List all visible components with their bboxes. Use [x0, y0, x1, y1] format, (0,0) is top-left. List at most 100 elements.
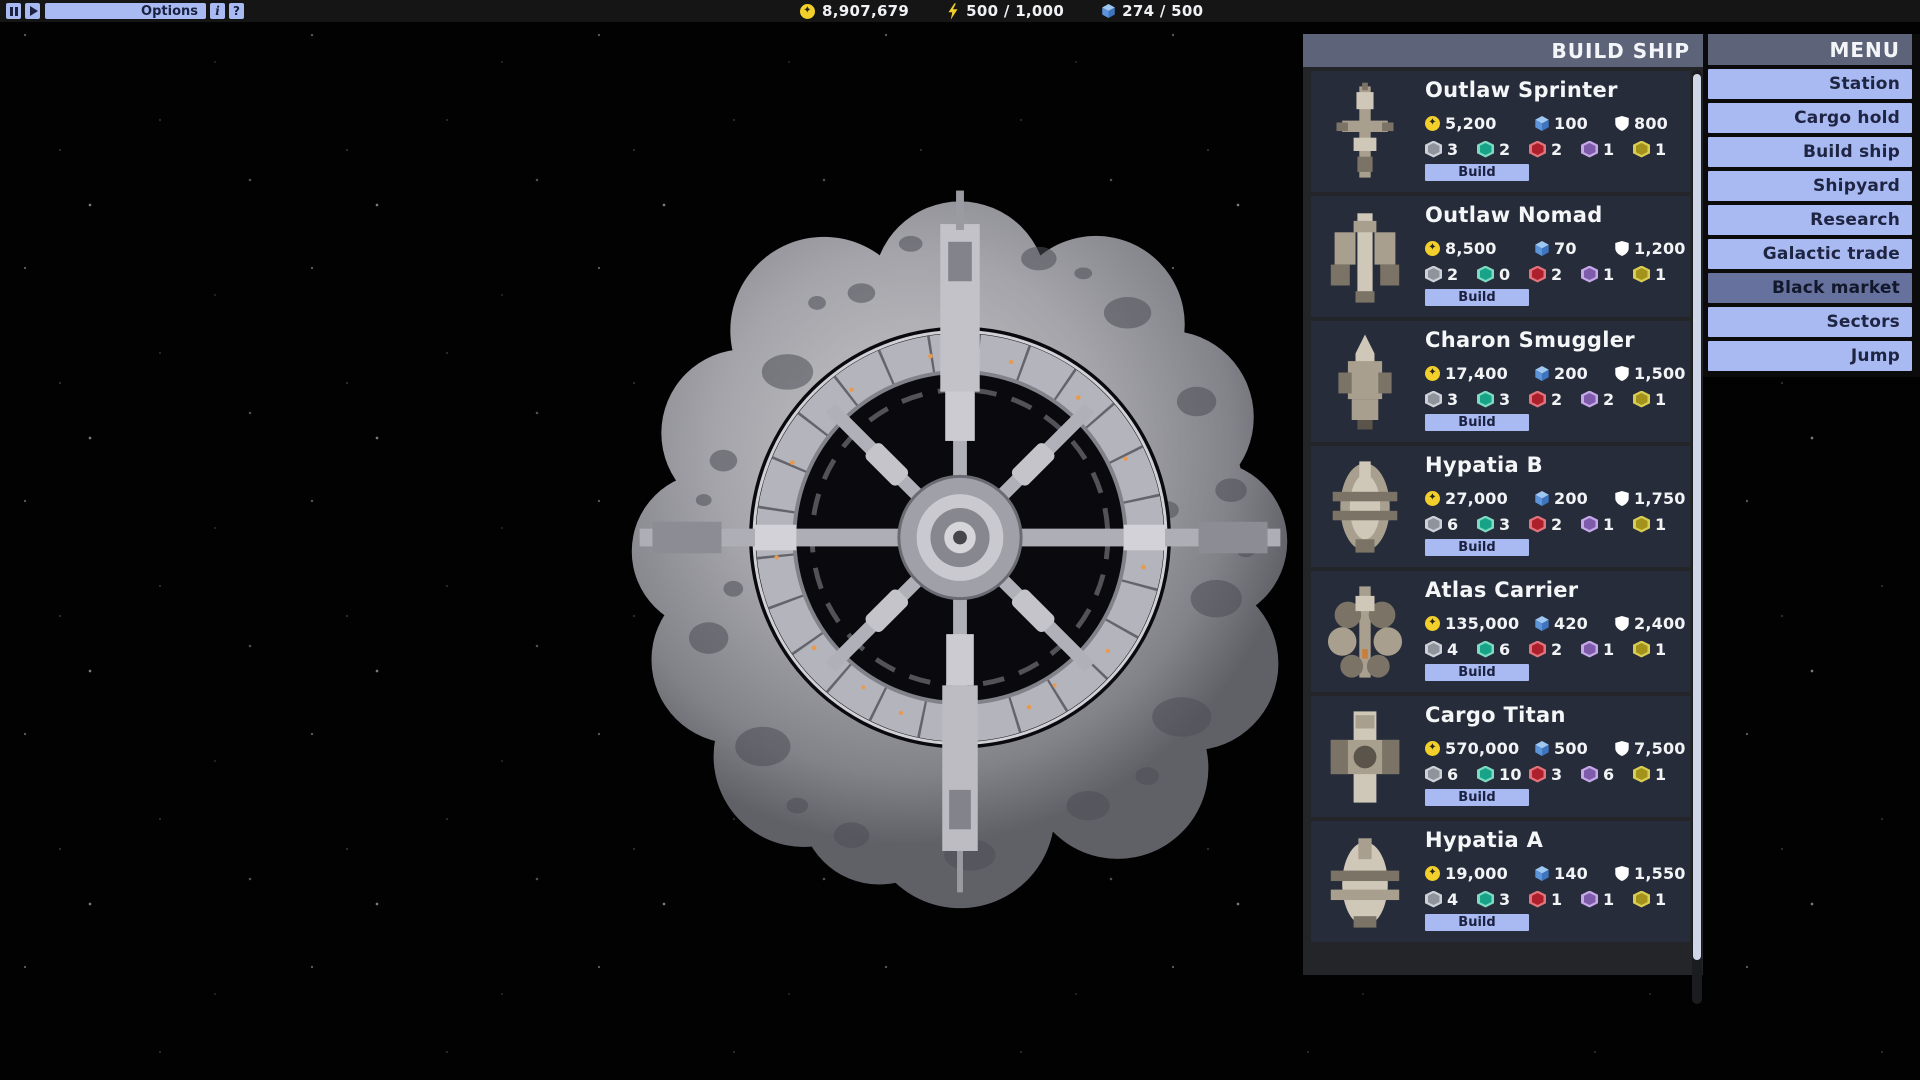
yellow-resource-cost: 1 [1655, 265, 1666, 284]
scrollbar-track[interactable] [1692, 70, 1702, 1004]
hex-teal-icon [1477, 641, 1494, 658]
shield-icon [1615, 866, 1629, 881]
build-button[interactable]: Build [1425, 289, 1529, 306]
build-button[interactable]: Build [1425, 539, 1529, 556]
hex-purple-icon [1581, 891, 1598, 908]
gray-resource-cost: 6 [1447, 765, 1458, 784]
menu-item-sectors[interactable]: Sectors [1708, 307, 1912, 337]
purple-resource-cost: 1 [1603, 640, 1614, 659]
credits-value: 8,907,679 [822, 2, 909, 20]
shield-value: 1,500 [1634, 364, 1686, 383]
hex-teal-icon [1477, 141, 1494, 158]
coin-icon: ✦ [1425, 241, 1440, 256]
cargo-capacity: 200 [1554, 364, 1588, 383]
hex-teal-icon [1477, 266, 1494, 283]
shield-value: 7,500 [1634, 739, 1686, 758]
coin-icon: ✦ [1425, 866, 1440, 881]
hex-teal-icon [1477, 391, 1494, 408]
teal-resource-cost: 6 [1499, 640, 1510, 659]
menu-title: MENU [1708, 34, 1912, 65]
hex-gray-icon [1425, 391, 1442, 408]
pause-button[interactable] [6, 3, 21, 19]
menu-item-black-market[interactable]: Black market [1708, 273, 1912, 303]
teal-resource-cost: 3 [1499, 390, 1510, 409]
hex-yellow-icon [1633, 391, 1650, 408]
menu-item-jump[interactable]: Jump [1708, 341, 1912, 371]
station-hub [899, 476, 1021, 598]
yellow-resource-cost: 1 [1655, 140, 1666, 159]
red-resource-cost: 1 [1551, 890, 1562, 909]
ship-name: Hypatia A [1425, 828, 1543, 852]
menu-item-shipyard[interactable]: Shipyard [1708, 171, 1912, 201]
coin-icon: ✦ [1425, 491, 1440, 506]
gray-resource-cost: 4 [1447, 640, 1458, 659]
hex-yellow-icon [1633, 516, 1650, 533]
red-resource-cost: 3 [1551, 765, 1562, 784]
menu-item-build-ship[interactable]: Build ship [1708, 137, 1912, 167]
gray-resource-cost: 4 [1447, 890, 1458, 909]
menu-item-galactic-trade[interactable]: Galactic trade [1708, 239, 1912, 269]
play-icon [30, 6, 38, 16]
hex-gray-icon [1425, 141, 1442, 158]
shield-value: 2,400 [1634, 614, 1686, 633]
ship-image [1315, 452, 1415, 561]
coin-icon: ✦ [1425, 616, 1440, 631]
credits-cost: 19,000 [1445, 864, 1508, 883]
credits-cost: 135,000 [1445, 614, 1519, 633]
credits-cost: 570,000 [1445, 739, 1519, 758]
cargo-icon [1535, 241, 1549, 256]
yellow-resource-cost: 1 [1655, 890, 1666, 909]
help-button[interactable]: ? [229, 3, 244, 19]
purple-resource-cost: 6 [1603, 765, 1614, 784]
hex-purple-icon [1581, 141, 1598, 158]
build-button[interactable]: Build [1425, 914, 1529, 931]
cargo-capacity: 70 [1554, 239, 1577, 258]
build-ship-panel: BUILD SHIP Outlaw Sprinter ✦5,200 100 80… [1303, 34, 1703, 975]
cargo-icon [1535, 866, 1549, 881]
play-button[interactable] [25, 3, 40, 19]
ship-image [1315, 827, 1415, 936]
cargo-capacity: 500 [1554, 739, 1588, 758]
shield-icon [1615, 616, 1629, 631]
asteroid-station-base[interactable] [615, 162, 1305, 917]
ship-card-outlaw-sprinter: Outlaw Sprinter ✦5,200 100 800 3 2 2 1 1… [1311, 71, 1690, 192]
hex-purple-icon [1581, 516, 1598, 533]
credits-cost: 5,200 [1445, 114, 1497, 133]
build-button[interactable]: Build [1425, 164, 1529, 181]
hex-gray-icon [1425, 516, 1442, 533]
hex-gray-icon [1425, 641, 1442, 658]
purple-resource-cost: 2 [1603, 390, 1614, 409]
shield-icon [1615, 241, 1629, 256]
ship-image [1315, 577, 1415, 686]
ship-name: Outlaw Nomad [1425, 203, 1603, 227]
shield-icon [1615, 491, 1629, 506]
shield-icon [1615, 366, 1629, 381]
top-bar: Options i ? ✦ 8,907,679 500 / 1,000 274 … [0, 0, 1920, 22]
hex-red-icon [1529, 516, 1546, 533]
teal-resource-cost: 0 [1499, 265, 1510, 284]
red-resource-cost: 2 [1551, 515, 1562, 534]
build-button[interactable]: Build [1425, 664, 1529, 681]
scrollbar-thumb[interactable] [1693, 74, 1701, 960]
build-button[interactable]: Build [1425, 789, 1529, 806]
hex-red-icon [1529, 891, 1546, 908]
info-button[interactable]: i [210, 3, 225, 19]
menu-item-cargo-hold[interactable]: Cargo hold [1708, 103, 1912, 133]
cargo-icon [1535, 491, 1549, 506]
hex-teal-icon [1477, 891, 1494, 908]
ship-card-charon-smuggler: Charon Smuggler ✦17,400 200 1,500 3 3 2 … [1311, 321, 1690, 442]
gray-resource-cost: 3 [1447, 140, 1458, 159]
build-button[interactable]: Build [1425, 414, 1529, 431]
hex-yellow-icon [1633, 766, 1650, 783]
energy-icon [947, 3, 959, 20]
ship-image [1315, 702, 1415, 811]
options-button[interactable]: Options [45, 3, 206, 19]
menu-item-research[interactable]: Research [1708, 205, 1912, 235]
ship-card-outlaw-nomad: Outlaw Nomad ✦8,500 70 1,200 2 0 2 1 1 B… [1311, 196, 1690, 317]
hex-yellow-icon [1633, 141, 1650, 158]
ship-name: Outlaw Sprinter [1425, 78, 1618, 102]
hex-purple-icon [1581, 641, 1598, 658]
menu-item-station[interactable]: Station [1708, 69, 1912, 99]
hex-purple-icon [1581, 391, 1598, 408]
credits-cost: 27,000 [1445, 489, 1508, 508]
